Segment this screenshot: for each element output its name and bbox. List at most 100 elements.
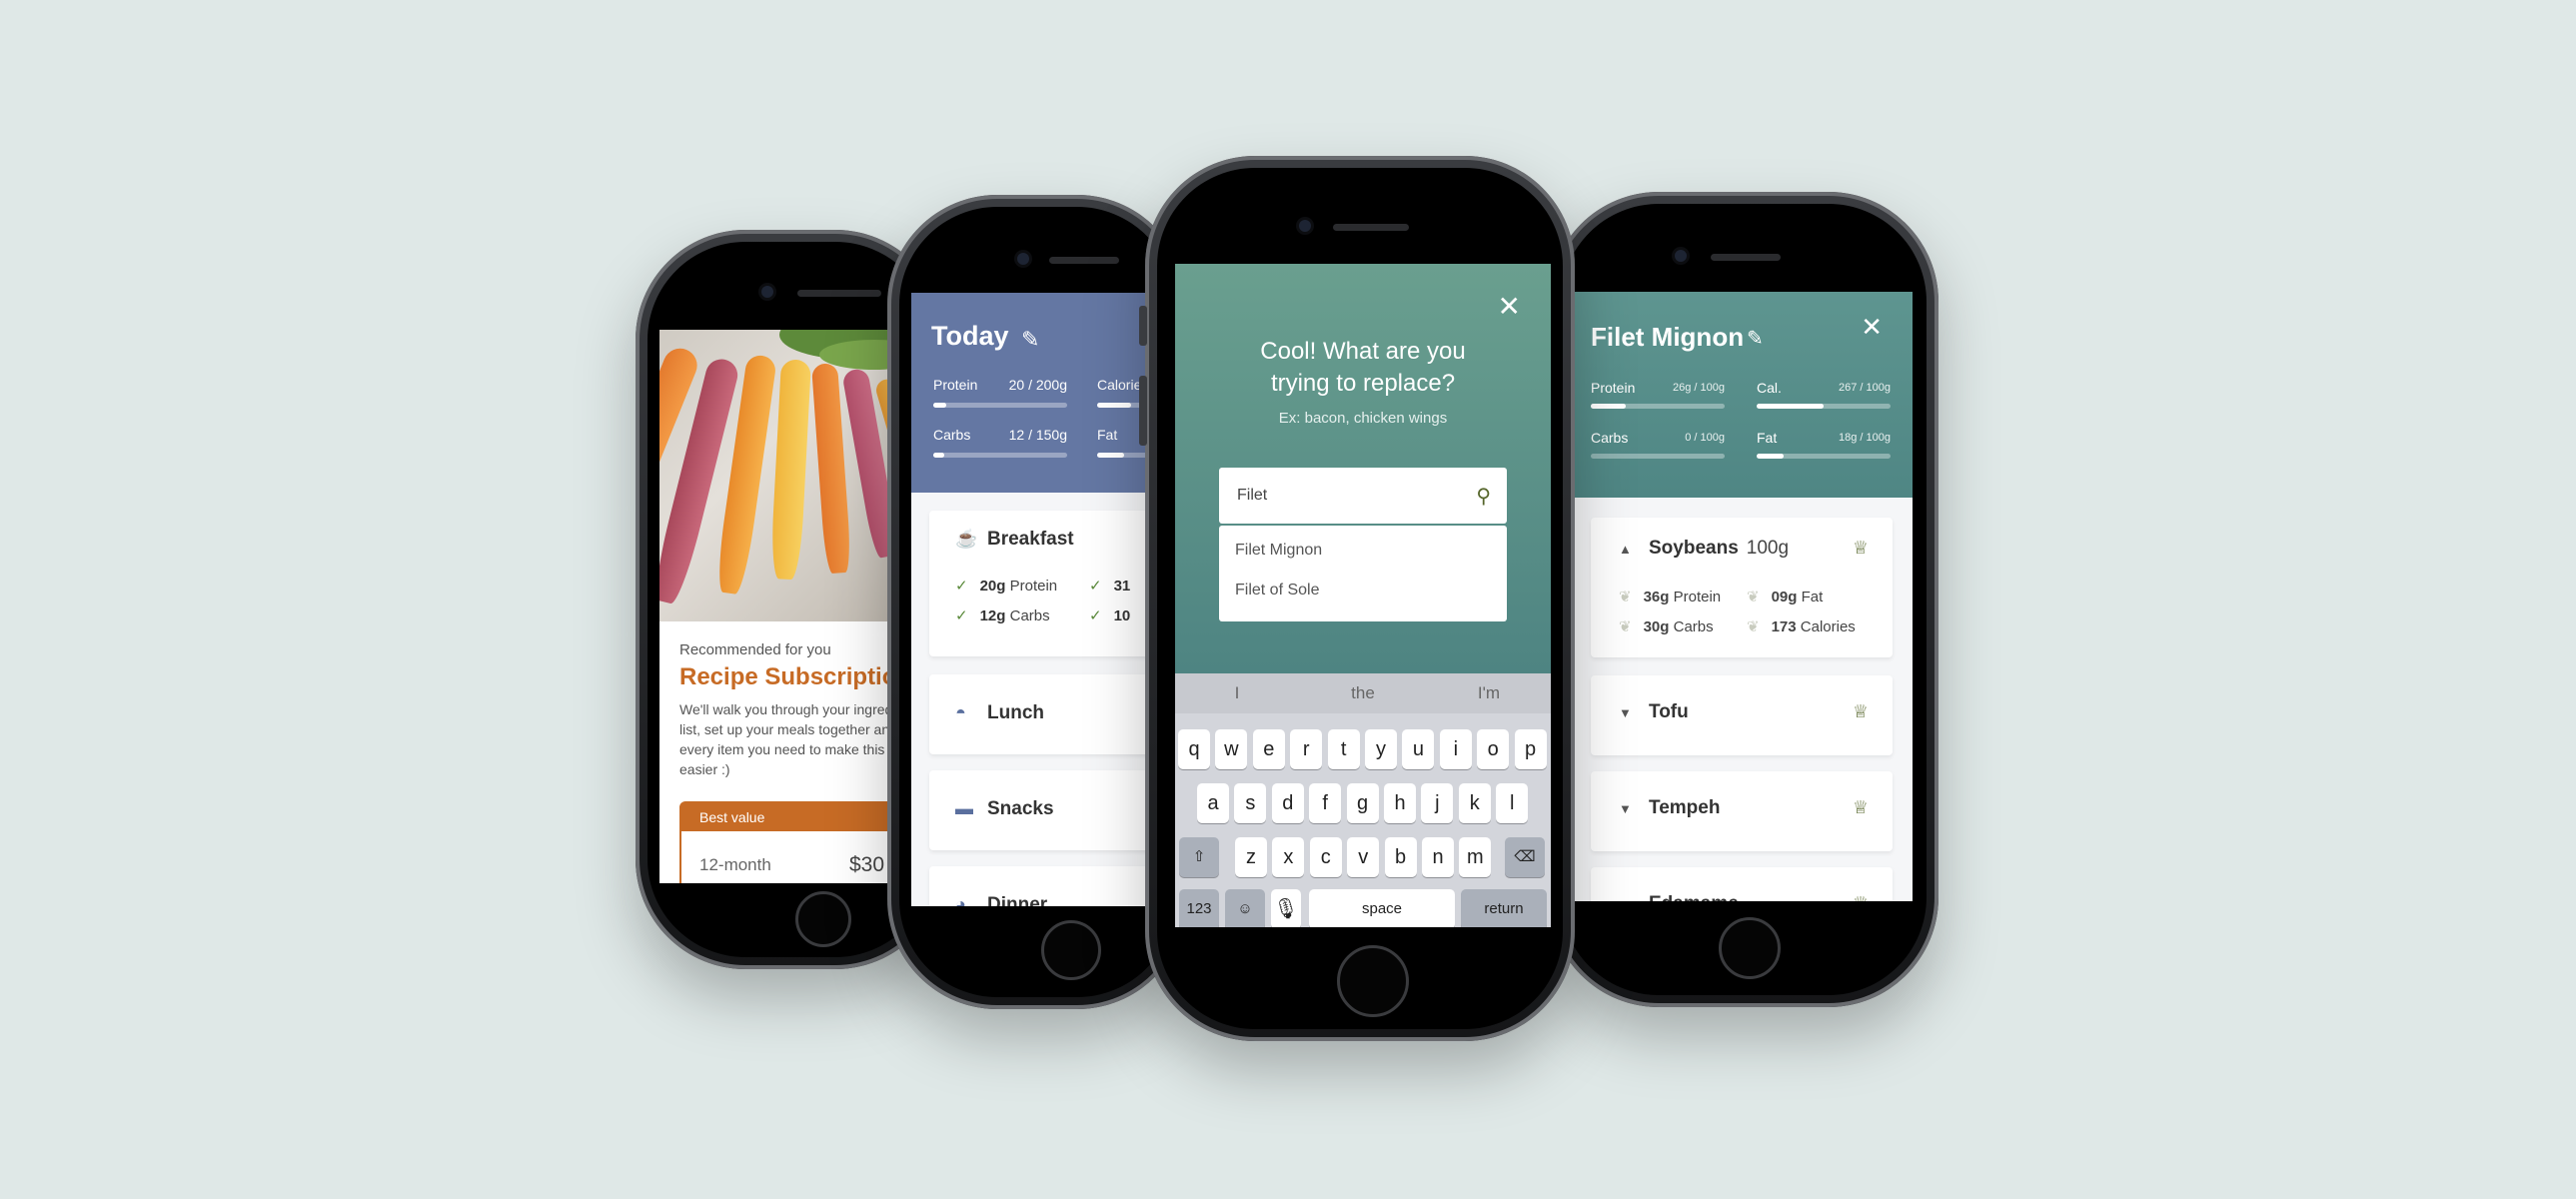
key-s[interactable]: s bbox=[1234, 783, 1267, 823]
plan-name: 12-month bbox=[699, 855, 771, 874]
front-camera bbox=[1017, 253, 1029, 265]
nutrient-item: ❦ 173 Calories bbox=[1747, 618, 1856, 635]
food-name: Edamame bbox=[1649, 893, 1739, 901]
macro-label: Carbs bbox=[1591, 430, 1629, 446]
keyboard: I the I'm qwertyuiop asdfghjkl zxcvbnm ⇧… bbox=[1175, 673, 1551, 927]
check-icon: ✓ bbox=[955, 578, 968, 595]
home-button[interactable] bbox=[1041, 920, 1101, 980]
chef-hat-icon[interactable]: ♕ bbox=[1853, 797, 1869, 818]
key-x[interactable]: x bbox=[1272, 837, 1305, 877]
recipe-title: Recipe Subscription bbox=[679, 663, 912, 690]
search-screen: ✕ Cool! What are you trying to replace? … bbox=[1175, 264, 1551, 927]
food-card-tofu[interactable]: ▼ Tofu ♕ bbox=[1591, 675, 1893, 755]
chef-hat-icon[interactable]: ♕ bbox=[1853, 701, 1869, 722]
breakfast-item: ✓ 12g Carbs bbox=[955, 607, 1050, 624]
edit-icon[interactable]: ✎ bbox=[1021, 327, 1039, 353]
expand-icon[interactable]: ▼ bbox=[1619, 705, 1632, 720]
suggestion-item[interactable]: I bbox=[1177, 683, 1297, 703]
space-key[interactable]: space bbox=[1309, 889, 1455, 927]
food-amount: 100g bbox=[1746, 538, 1790, 559]
prompt-question: trying to replace? bbox=[1270, 370, 1456, 397]
macro-value: 0 / 100g bbox=[1685, 432, 1725, 444]
macro-fat-bar bbox=[1757, 454, 1891, 459]
nutrient-item: ❦ 09g Fat bbox=[1747, 589, 1824, 605]
page-title: Filet Mignon bbox=[1591, 322, 1745, 352]
close-icon[interactable]: ✕ bbox=[1861, 312, 1883, 343]
emoji-key[interactable]: ☺ bbox=[1225, 889, 1265, 927]
suggestion-item[interactable]: I'm bbox=[1429, 683, 1549, 703]
detail-header: Filet Mignon ✎ ✕ Protein 26g / 100g Cal.… bbox=[1573, 292, 1913, 498]
key-y[interactable]: y bbox=[1365, 729, 1397, 769]
key-k[interactable]: k bbox=[1458, 783, 1491, 823]
front-camera bbox=[761, 286, 773, 298]
search-result-item[interactable]: Filet of Sole bbox=[1235, 582, 1319, 600]
microphone-key[interactable]: 🎙 bbox=[1271, 889, 1301, 927]
meal-name: Snacks bbox=[987, 798, 1054, 819]
key-u[interactable]: u bbox=[1402, 729, 1435, 769]
key-a[interactable]: a bbox=[1197, 783, 1229, 823]
key-m[interactable]: m bbox=[1459, 837, 1492, 877]
macro-label: Carbs bbox=[933, 427, 971, 443]
macro-protein: Protein 20 / 200g bbox=[933, 377, 1067, 393]
numbers-key[interactable]: 123 bbox=[1179, 889, 1219, 927]
key-f[interactable]: f bbox=[1309, 783, 1342, 823]
leaf-icon: ❦ bbox=[1747, 618, 1760, 635]
key-h[interactable]: h bbox=[1384, 783, 1416, 823]
macro-fat: Fat 18g / 100g bbox=[1757, 430, 1891, 446]
return-key[interactable]: return bbox=[1461, 889, 1547, 927]
home-button[interactable] bbox=[1337, 945, 1409, 1017]
key-g[interactable]: g bbox=[1346, 783, 1379, 823]
chef-hat-icon[interactable]: ♕ bbox=[1853, 893, 1869, 901]
key-d[interactable]: d bbox=[1271, 783, 1304, 823]
food-card-edamame[interactable]: ▼ Edamame ♕ bbox=[1591, 867, 1893, 901]
collapse-icon[interactable]: ▲ bbox=[1619, 542, 1632, 557]
chef-hat-icon[interactable]: ♕ bbox=[1853, 538, 1869, 559]
search-icon[interactable]: ⚲ bbox=[1476, 484, 1491, 509]
search-result-item[interactable]: Filet Mignon bbox=[1235, 542, 1322, 560]
key-q[interactable]: q bbox=[1178, 729, 1210, 769]
key-z[interactable]: z bbox=[1235, 837, 1267, 877]
suggestion-item[interactable]: the bbox=[1303, 683, 1423, 703]
plan-price: $30 bbox=[849, 853, 885, 876]
key-l[interactable]: l bbox=[1496, 783, 1529, 823]
search-field[interactable]: ⚲ bbox=[1219, 468, 1507, 524]
key-o[interactable]: o bbox=[1477, 729, 1510, 769]
home-button[interactable] bbox=[795, 891, 851, 947]
food-card-tempeh[interactable]: ▼ Tempeh ♕ bbox=[1591, 771, 1893, 851]
key-b[interactable]: b bbox=[1384, 837, 1417, 877]
home-button[interactable] bbox=[1719, 917, 1781, 979]
coffee-icon: ☕ bbox=[955, 529, 978, 549]
macro-value: 26g / 100g bbox=[1673, 382, 1725, 394]
expand-icon[interactable]: ▼ bbox=[1619, 897, 1632, 901]
key-n[interactable]: n bbox=[1422, 837, 1454, 877]
edit-icon[interactable]: ✎ bbox=[1747, 326, 1764, 351]
key-c[interactable]: c bbox=[1309, 837, 1342, 877]
key-i[interactable]: i bbox=[1439, 729, 1472, 769]
speaker-grille bbox=[1711, 254, 1781, 261]
backspace-key[interactable]: ⌫ bbox=[1505, 837, 1545, 877]
prompt-question: Cool! What are you bbox=[1260, 338, 1466, 365]
leaf-icon: ❦ bbox=[1619, 589, 1632, 605]
key-t[interactable]: t bbox=[1327, 729, 1360, 769]
macro-label: Fat bbox=[1097, 427, 1118, 443]
macro-value: 267 / 100g bbox=[1839, 382, 1891, 394]
key-r[interactable]: r bbox=[1290, 729, 1323, 769]
key-j[interactable]: j bbox=[1421, 783, 1454, 823]
speaker-grille bbox=[797, 290, 881, 297]
check-icon: ✓ bbox=[955, 607, 968, 624]
key-v[interactable]: v bbox=[1347, 837, 1380, 877]
close-icon[interactable]: ✕ bbox=[1498, 290, 1521, 323]
shift-key[interactable]: ⇧ bbox=[1179, 837, 1219, 877]
detail-screen: Filet Mignon ✎ ✕ Protein 26g / 100g Cal.… bbox=[1573, 292, 1913, 901]
key-w[interactable]: w bbox=[1215, 729, 1248, 769]
macro-protein-bar bbox=[933, 403, 1067, 408]
expand-icon[interactable]: ▼ bbox=[1619, 801, 1632, 816]
food-card-soybeans[interactable]: ▲ Soybeans 100g ♕ ❦ 36g Protein ❦ 09g Fat ❦… bbox=[1591, 518, 1893, 657]
macro-calories: Cal. 267 / 100g bbox=[1757, 380, 1891, 396]
key-p[interactable]: p bbox=[1514, 729, 1547, 769]
macro-label: Cal. bbox=[1757, 380, 1782, 396]
breakfast-item: ✓ 31 bbox=[1089, 578, 1131, 595]
search-input[interactable] bbox=[1235, 486, 1439, 506]
search-results: Filet Mignon Filet of Sole bbox=[1219, 526, 1507, 621]
key-e[interactable]: e bbox=[1252, 729, 1285, 769]
